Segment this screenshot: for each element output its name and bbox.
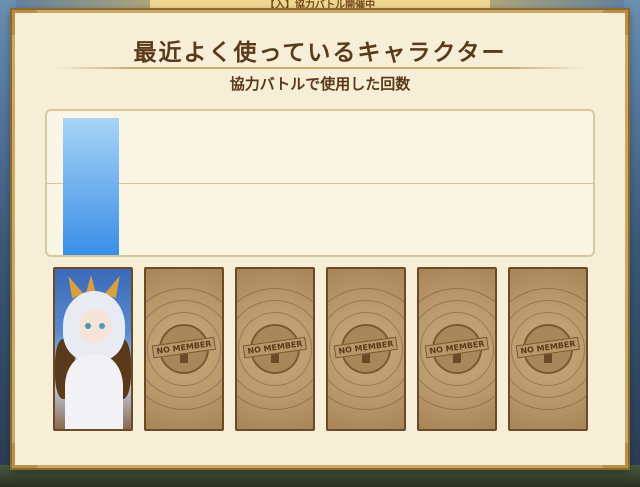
empty-member-slot[interactable]: NO MEMBER [326,267,406,431]
title-divider [55,67,585,69]
character-body [65,355,123,429]
character-eye [99,323,105,329]
usage-bar-1 [63,117,119,255]
corner-ornament [12,10,37,35]
background-bottom [0,465,640,487]
dialog-subtitle: 協力バトルで使用した回数 [229,75,411,93]
character-slot-portrait[interactable] [53,267,133,431]
most-used-characters-dialog: 最近よく使っているキャラクター 協力バトルで使用した回数 NO MEMBER NO… [12,10,628,468]
usage-bar-chart [45,109,595,257]
empty-member-slot[interactable]: NO MEMBER [144,267,224,431]
chart-gridline [47,183,593,184]
empty-member-slot[interactable]: NO MEMBER [417,267,497,431]
empty-member-slot[interactable]: NO MEMBER [508,267,588,431]
corner-ornament [603,10,628,35]
corner-ornament [603,443,628,468]
character-eye [85,323,91,329]
empty-member-slot[interactable]: NO MEMBER [235,267,315,431]
character-slots: NO MEMBER NO MEMBER NO MEMBER NO MEMBER NO M… [53,267,593,433]
corner-ornament [12,443,37,468]
character-face [79,309,111,343]
dialog-title: 最近よく使っているキャラクター [133,40,507,66]
